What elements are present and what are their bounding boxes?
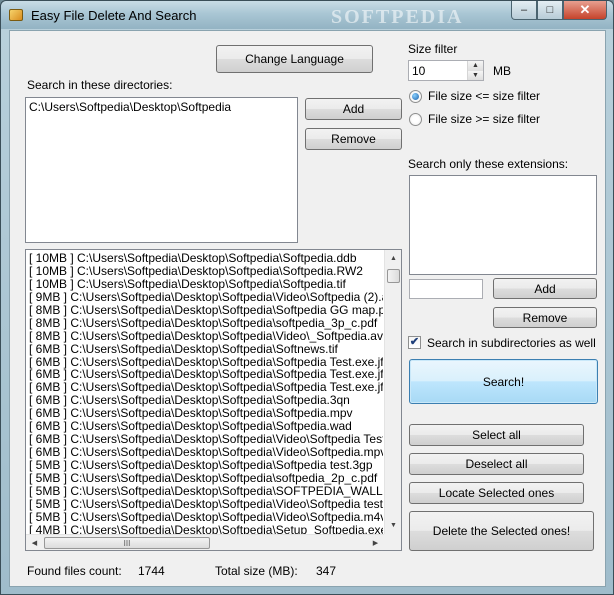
result-row[interactable]: [ 8MB ] C:\Users\Softpedia\Desktop\Softp… bbox=[29, 316, 383, 330]
result-row[interactable]: [ 6MB ] C:\Users\Softpedia\Desktop\Softp… bbox=[29, 342, 383, 356]
arrow-up-icon: ▲ bbox=[472, 62, 479, 70]
scroll-up-button[interactable]: ▲ bbox=[385, 250, 401, 267]
close-icon: ✕ bbox=[579, 2, 591, 17]
scroll-down-button[interactable]: ▼ bbox=[385, 517, 401, 534]
found-files-label: Found files count: bbox=[27, 564, 122, 578]
window-controls: – □ ✕ bbox=[511, 1, 607, 21]
change-language-button[interactable]: Change Language bbox=[216, 45, 373, 73]
subdirectories-checkbox[interactable]: ✔ bbox=[408, 336, 421, 349]
minimize-button[interactable]: – bbox=[511, 1, 537, 20]
result-row[interactable]: [ 5MB ] C:\Users\Softpedia\Desktop\Softp… bbox=[29, 510, 383, 524]
add-extension-button[interactable]: Add bbox=[493, 278, 597, 299]
app-window: Easy File Delete And Search SOFTPEDIA – … bbox=[0, 0, 614, 595]
deselect-all-button[interactable]: Deselect all bbox=[409, 453, 584, 475]
remove-directory-button[interactable]: Remove bbox=[305, 128, 402, 150]
result-row[interactable]: [ 5MB ] C:\Users\Softpedia\Desktop\Softp… bbox=[29, 497, 383, 511]
total-size-label: Total size (MB): bbox=[215, 564, 298, 578]
minimize-icon: – bbox=[520, 4, 528, 16]
size-filter-label: Size filter bbox=[408, 42, 458, 56]
title-bar[interactable]: Easy File Delete And Search SOFTPEDIA – … bbox=[1, 1, 613, 29]
scrollbar-corner bbox=[384, 534, 401, 550]
result-row[interactable]: [ 5MB ] C:\Users\Softpedia\Desktop\Softp… bbox=[29, 471, 383, 485]
arrow-right-icon: ▶ bbox=[372, 539, 379, 547]
result-row[interactable]: [ 9MB ] C:\Users\Softpedia\Desktop\Softp… bbox=[29, 290, 383, 304]
select-all-button[interactable]: Select all bbox=[409, 424, 584, 446]
result-row[interactable]: [ 10MB ] C:\Users\Softpedia\Desktop\Soft… bbox=[29, 252, 383, 265]
arrow-down-icon: ▼ bbox=[472, 71, 479, 79]
extension-input[interactable] bbox=[409, 279, 483, 299]
result-row[interactable]: [ 8MB ] C:\Users\Softpedia\Desktop\Softp… bbox=[29, 329, 383, 343]
locate-selected-button[interactable]: Locate Selected ones bbox=[409, 482, 584, 504]
results-horizontal-scrollbar[interactable]: ◀ III ▶ bbox=[26, 534, 384, 550]
result-row[interactable]: [ 4MB ] C:\Users\Softpedia\Desktop\Softp… bbox=[29, 523, 383, 534]
size-filter-stepper[interactable]: 10 ▲ ▼ bbox=[408, 60, 484, 81]
extensions-list[interactable] bbox=[409, 175, 597, 275]
scroll-right-button[interactable]: ▶ bbox=[367, 535, 384, 550]
size-unit-label: MB bbox=[493, 64, 511, 78]
softpedia-watermark: SOFTPEDIA bbox=[331, 6, 464, 28]
size-gte-radio[interactable] bbox=[409, 113, 422, 126]
vertical-scroll-thumb[interactable] bbox=[387, 269, 400, 283]
subdirectories-label[interactable]: Search in subdirectories as well bbox=[427, 336, 596, 350]
extensions-label: Search only these extensions: bbox=[408, 157, 569, 171]
size-lte-label[interactable]: File size <= size filter bbox=[428, 89, 540, 103]
result-row[interactable]: [ 5MB ] C:\Users\Softpedia\Desktop\Softp… bbox=[29, 484, 383, 498]
app-icon bbox=[9, 9, 23, 21]
directory-item[interactable]: C:\Users\Softpedia\Desktop\Softpedia bbox=[29, 100, 231, 114]
found-files-value: 1744 bbox=[138, 564, 165, 578]
maximize-button[interactable]: □ bbox=[537, 1, 563, 20]
add-directory-button[interactable]: Add bbox=[305, 98, 402, 120]
client-area: Change Language Search in these director… bbox=[9, 30, 606, 587]
scroll-left-button[interactable]: ◀ bbox=[26, 535, 43, 550]
arrow-left-icon: ◀ bbox=[31, 539, 38, 547]
total-size-value: 347 bbox=[316, 564, 337, 578]
results-vertical-scrollbar[interactable]: ▲ ▼ bbox=[384, 250, 401, 534]
size-gte-label[interactable]: File size >= size filter bbox=[428, 112, 540, 126]
result-row[interactable]: [ 5MB ] C:\Users\Softpedia\Desktop\Softp… bbox=[29, 459, 383, 472]
results-list[interactable]: [ 10MB ] C:\Users\Softpedia\Desktop\Soft… bbox=[25, 249, 402, 551]
directories-list[interactable]: C:\Users\Softpedia\Desktop\Softpedia bbox=[25, 97, 298, 243]
delete-selected-button[interactable]: Delete the Selected ones! bbox=[409, 511, 594, 551]
search-button[interactable]: Search! bbox=[409, 359, 598, 404]
stepper-up-button[interactable]: ▲ bbox=[468, 61, 483, 71]
horizontal-scroll-thumb[interactable]: III bbox=[44, 537, 210, 549]
maximize-icon: □ bbox=[546, 4, 554, 16]
window-title: Easy File Delete And Search bbox=[31, 8, 197, 23]
checkmark-icon: ✔ bbox=[409, 336, 420, 348]
results-rows: [ 10MB ] C:\Users\Softpedia\Desktop\Soft… bbox=[29, 252, 383, 534]
grip-icon: III bbox=[123, 538, 131, 548]
result-row[interactable]: [ 10MB ] C:\Users\Softpedia\Desktop\Soft… bbox=[29, 264, 383, 278]
stepper-buttons: ▲ ▼ bbox=[467, 61, 483, 80]
size-lte-radio[interactable] bbox=[409, 90, 422, 103]
directories-label: Search in these directories: bbox=[27, 78, 173, 92]
stepper-down-button[interactable]: ▼ bbox=[468, 70, 483, 80]
arrow-up-icon: ▲ bbox=[390, 255, 397, 262]
size-filter-value: 10 bbox=[412, 64, 426, 78]
remove-extension-button[interactable]: Remove bbox=[493, 307, 597, 328]
result-row[interactable]: [ 10MB ] C:\Users\Softpedia\Desktop\Soft… bbox=[29, 277, 383, 291]
close-button[interactable]: ✕ bbox=[563, 1, 607, 20]
result-row[interactable]: [ 8MB ] C:\Users\Softpedia\Desktop\Softp… bbox=[29, 303, 383, 317]
arrow-down-icon: ▼ bbox=[390, 522, 397, 529]
